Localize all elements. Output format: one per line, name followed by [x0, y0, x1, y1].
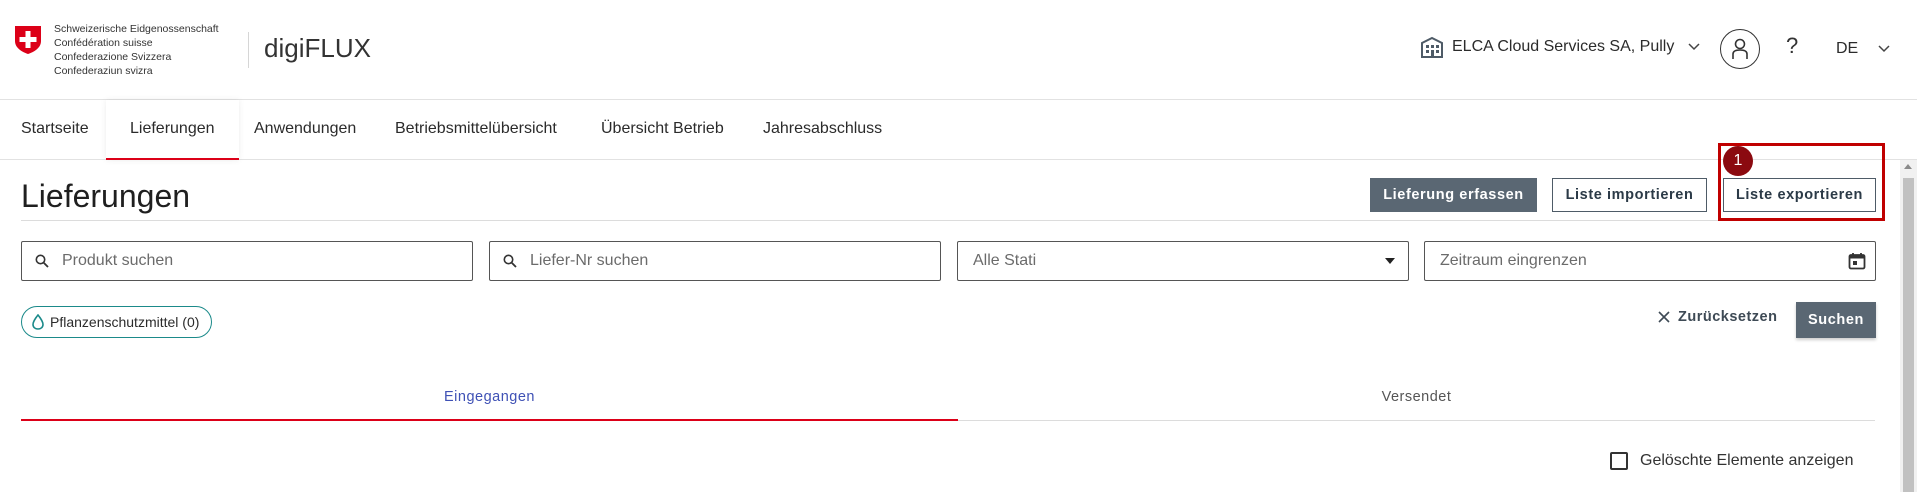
- chip-label: Pflanzenschutzmittel (0): [50, 314, 200, 330]
- period-placeholder: Zeitraum eingrenzen: [1440, 252, 1587, 269]
- search-icon: [22, 254, 62, 268]
- create-delivery-button[interactable]: Lieferung erfassen: [1370, 178, 1537, 212]
- show-deleted-toggle[interactable]: Gelöschte Elemente anzeigen: [1610, 452, 1853, 470]
- nav-item-betriebsmittelubersicht[interactable]: Betriebsmittelübersicht: [395, 100, 557, 160]
- nav-item-ubersicht-betrieb[interactable]: Übersicht Betrieb: [601, 100, 724, 160]
- reset-label: Zurücksetzen: [1678, 309, 1778, 325]
- confed-line-rm: Confederaziun svizra: [54, 65, 153, 77]
- reset-filters-button[interactable]: Zurücksetzen: [1658, 309, 1777, 325]
- nav-item-startseite[interactable]: Startseite: [21, 100, 89, 160]
- organization-name: ELCA Cloud Services SA, Pully: [1452, 38, 1675, 55]
- scrollbar-thumb[interactable]: [1903, 178, 1914, 492]
- help-button[interactable]: ?: [1786, 33, 1798, 59]
- confed-line-it: Confederazione Svizzera: [54, 51, 172, 63]
- show-deleted-checkbox[interactable]: [1610, 452, 1628, 470]
- delivery-tabs: Eingegangen Versendet: [21, 378, 1875, 421]
- confed-line-de: Schweizerische Eidgenossenschaft: [54, 23, 219, 35]
- dropdown-arrow-icon: [1372, 258, 1408, 264]
- language-switcher[interactable]: DE: [1836, 40, 1890, 58]
- period-date-range-input[interactable]: Zeitraum eingrenzen: [1424, 241, 1876, 281]
- close-icon: [1658, 311, 1670, 323]
- confed-line-fr: Confédération suisse: [54, 37, 153, 49]
- swiss-coat-of-arms-icon: [15, 26, 41, 54]
- product-search-placeholder: Produkt suchen: [62, 252, 174, 269]
- app-title[interactable]: digiFLUX: [264, 33, 371, 64]
- user-account-button[interactable]: [1720, 29, 1760, 69]
- annotation-badge: 1: [1723, 146, 1753, 176]
- user-icon: [1732, 38, 1748, 59]
- building-icon: [1421, 36, 1443, 58]
- import-list-button[interactable]: Liste importieren: [1552, 178, 1707, 212]
- water-drop-icon: [32, 314, 44, 330]
- nav-item-anwendungen[interactable]: Anwendungen: [254, 100, 356, 160]
- search-icon: [490, 254, 530, 268]
- scroll-up-arrow-icon[interactable]: [1904, 164, 1912, 169]
- tab-eingegangen[interactable]: Eingegangen: [21, 378, 958, 421]
- calendar-icon[interactable]: [1839, 252, 1875, 270]
- chevron-down-icon: [1878, 45, 1890, 53]
- delivery-number-search-input[interactable]: Liefer-Nr suchen: [489, 241, 941, 281]
- delivery-number-placeholder: Liefer-Nr suchen: [530, 252, 649, 269]
- status-select-value: Alle Stati: [973, 252, 1037, 269]
- show-deleted-label: Gelöschte Elemente anzeigen: [1640, 452, 1854, 469]
- language-label: DE: [1836, 40, 1859, 57]
- nav-item-jahresabschluss[interactable]: Jahresabschluss: [763, 100, 882, 160]
- chevron-down-icon: [1688, 43, 1700, 51]
- confederation-wordmark: Schweizerische Eidgenossenschaft Confédé…: [54, 22, 219, 78]
- main-navigation: Startseite Lieferungen Anwendungen Betri…: [0, 100, 1917, 160]
- search-button[interactable]: Suchen: [1796, 302, 1876, 338]
- app-header: Schweizerische Eidgenossenschaft Confédé…: [0, 0, 1917, 100]
- product-search-input[interactable]: Produkt suchen: [21, 241, 473, 281]
- tab-versendet[interactable]: Versendet: [958, 378, 1875, 421]
- plant-protection-filter-chip[interactable]: Pflanzenschutzmittel (0): [21, 306, 213, 338]
- status-select[interactable]: Alle Stati: [957, 241, 1409, 281]
- page-title: Lieferungen: [21, 178, 191, 214]
- title-divider: [21, 220, 1875, 221]
- brand-divider: [248, 32, 249, 68]
- organization-switcher[interactable]: ELCA Cloud Services SA, Pully: [1420, 36, 1700, 58]
- nav-item-lieferungen[interactable]: Lieferungen: [106, 100, 239, 160]
- nav-item-label: Lieferungen: [130, 120, 215, 137]
- page-scrollbar[interactable]: [1900, 160, 1917, 492]
